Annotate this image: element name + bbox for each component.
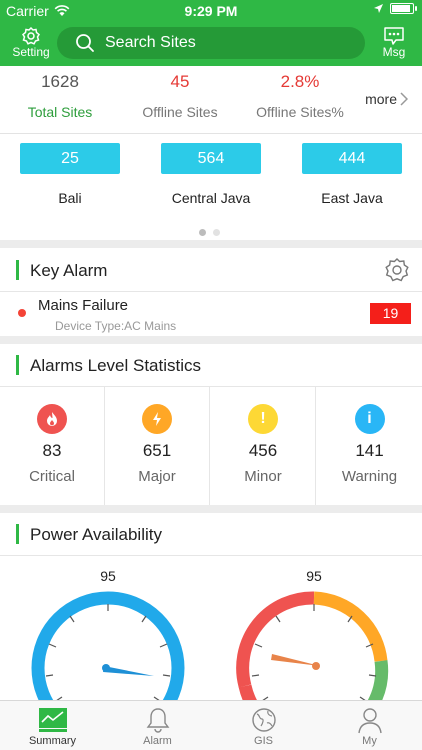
- bell-icon: [146, 708, 169, 733]
- status-bar: Carrier 9:29 PM: [0, 0, 422, 22]
- msg-button[interactable]: Msg: [374, 27, 414, 59]
- page-dot[interactable]: [213, 229, 220, 236]
- user-icon: [357, 708, 382, 734]
- page-dot-active[interactable]: [199, 229, 206, 236]
- key-alarm-item[interactable]: Mains Failure Device Type:AC Mains 19: [0, 292, 422, 336]
- offline-sites-count: 45: [170, 72, 190, 91]
- tab-label: GIS: [254, 735, 273, 747]
- tab-bar: Summary Alarm GIS My: [0, 700, 422, 750]
- gauge-left: [31, 591, 185, 700]
- tab-label: Summary: [28, 735, 77, 747]
- search-placeholder: Search Sites: [105, 34, 196, 51]
- location-arrow-icon: [374, 4, 383, 13]
- gear-icon: [22, 27, 40, 45]
- level-minor[interactable]: ! 456 Minor: [211, 387, 316, 505]
- alarm-subtitle: Device Type:AC Mains: [55, 319, 177, 333]
- region-name: Bali: [58, 190, 82, 206]
- alarm-status-dot: [18, 309, 26, 317]
- power-gauges: 95 95: [0, 556, 422, 700]
- tab-label: Alarm: [143, 735, 172, 747]
- power-header: Power Availability: [0, 512, 422, 556]
- power-title: Power Availability: [30, 525, 162, 544]
- site-summary: 1628 Total Sites 45 Offline Sites 2.8% O…: [0, 66, 422, 134]
- key-alarm-header: Key Alarm: [0, 248, 422, 292]
- page-indicator[interactable]: [199, 229, 220, 236]
- level-warning[interactable]: i 141 Warning: [317, 387, 422, 505]
- total-sites[interactable]: 1628 Total Sites: [0, 72, 120, 120]
- search-input[interactable]: Search Sites: [57, 27, 365, 59]
- region-count: 25: [20, 143, 120, 174]
- flame-icon: [37, 404, 67, 434]
- tab-gis[interactable]: GIS: [211, 705, 316, 747]
- gear-icon[interactable]: [384, 257, 410, 283]
- alarm-levels-header: Alarms Level Statistics: [0, 343, 422, 387]
- region-name: Central Java: [171, 190, 251, 206]
- gauge-right: [236, 591, 389, 700]
- region-card-east-java[interactable]: 444 East Java: [302, 143, 402, 206]
- status-time: 9:29 PM: [184, 3, 238, 19]
- level-label: Warning: [341, 468, 398, 485]
- level-count: 456: [248, 441, 278, 460]
- region-carousel: 25 Bali 564 Central Java 444 East Java: [0, 134, 422, 240]
- msg-label: Msg: [382, 45, 406, 59]
- offline-sites-pct-value: 2.8%: [280, 72, 320, 91]
- exclamation-icon: !: [248, 404, 278, 434]
- level-label: Critical: [29, 468, 75, 485]
- section-accent-bar: [16, 355, 19, 375]
- more-link[interactable]: more: [365, 91, 408, 107]
- info-icon: i: [354, 404, 385, 434]
- key-alarm-title: Key Alarm: [30, 261, 108, 280]
- total-sites-count: 1628: [41, 72, 79, 91]
- gauge-dials: [31, 591, 389, 700]
- level-count: 141: [355, 441, 384, 460]
- region-name: East Java: [321, 190, 383, 206]
- total-sites-label: Total Sites: [27, 104, 93, 120]
- level-label: Major: [138, 468, 176, 485]
- region-count: 564: [161, 143, 261, 174]
- level-count: 83: [42, 441, 62, 460]
- alarm-title: Mains Failure: [38, 297, 129, 314]
- setting-button[interactable]: Setting: [8, 27, 54, 59]
- offline-sites-label: Offline Sites: [142, 104, 218, 120]
- header: Carrier 9:29 PM Setting Search Sites Msg: [0, 0, 422, 66]
- setting-label: Setting: [12, 45, 50, 59]
- level-label: Minor: [244, 468, 282, 485]
- lightning-icon: [142, 404, 172, 434]
- offline-sites-pct-label: Offline Sites%: [256, 104, 344, 120]
- globe-icon: [251, 708, 276, 732]
- alarm-count-badge: 19: [370, 303, 411, 324]
- search-icon: [76, 34, 94, 52]
- section-divider: [0, 240, 422, 248]
- offline-sites-pct[interactable]: 2.8% Offline Sites%: [240, 72, 360, 120]
- tab-alarm[interactable]: Alarm: [105, 705, 210, 747]
- section-accent-bar: [16, 524, 19, 544]
- section-accent-bar: [16, 260, 19, 280]
- tab-summary[interactable]: Summary: [0, 705, 105, 747]
- more-label: more: [365, 91, 397, 107]
- level-major[interactable]: 651 Major: [105, 387, 210, 505]
- level-critical[interactable]: 83 Critical: [0, 387, 105, 505]
- tab-my[interactable]: My: [317, 705, 422, 747]
- tab-label: My: [362, 735, 377, 747]
- alarm-levels-title: Alarms Level Statistics: [30, 356, 201, 375]
- region-card-central-java[interactable]: 564 Central Java: [161, 143, 261, 206]
- region-count: 444: [302, 143, 402, 174]
- alarm-levels: 83 Critical 651 Major ! 456 Minor i 141 …: [0, 387, 422, 505]
- message-icon: [384, 27, 404, 45]
- region-card-bali[interactable]: 25 Bali: [20, 143, 120, 206]
- summary-chart-icon: [38, 708, 67, 732]
- chevron-right-icon: [400, 92, 408, 106]
- level-count: 651: [142, 441, 172, 460]
- offline-sites[interactable]: 45 Offline Sites: [120, 72, 240, 120]
- battery-icon: [390, 3, 417, 14]
